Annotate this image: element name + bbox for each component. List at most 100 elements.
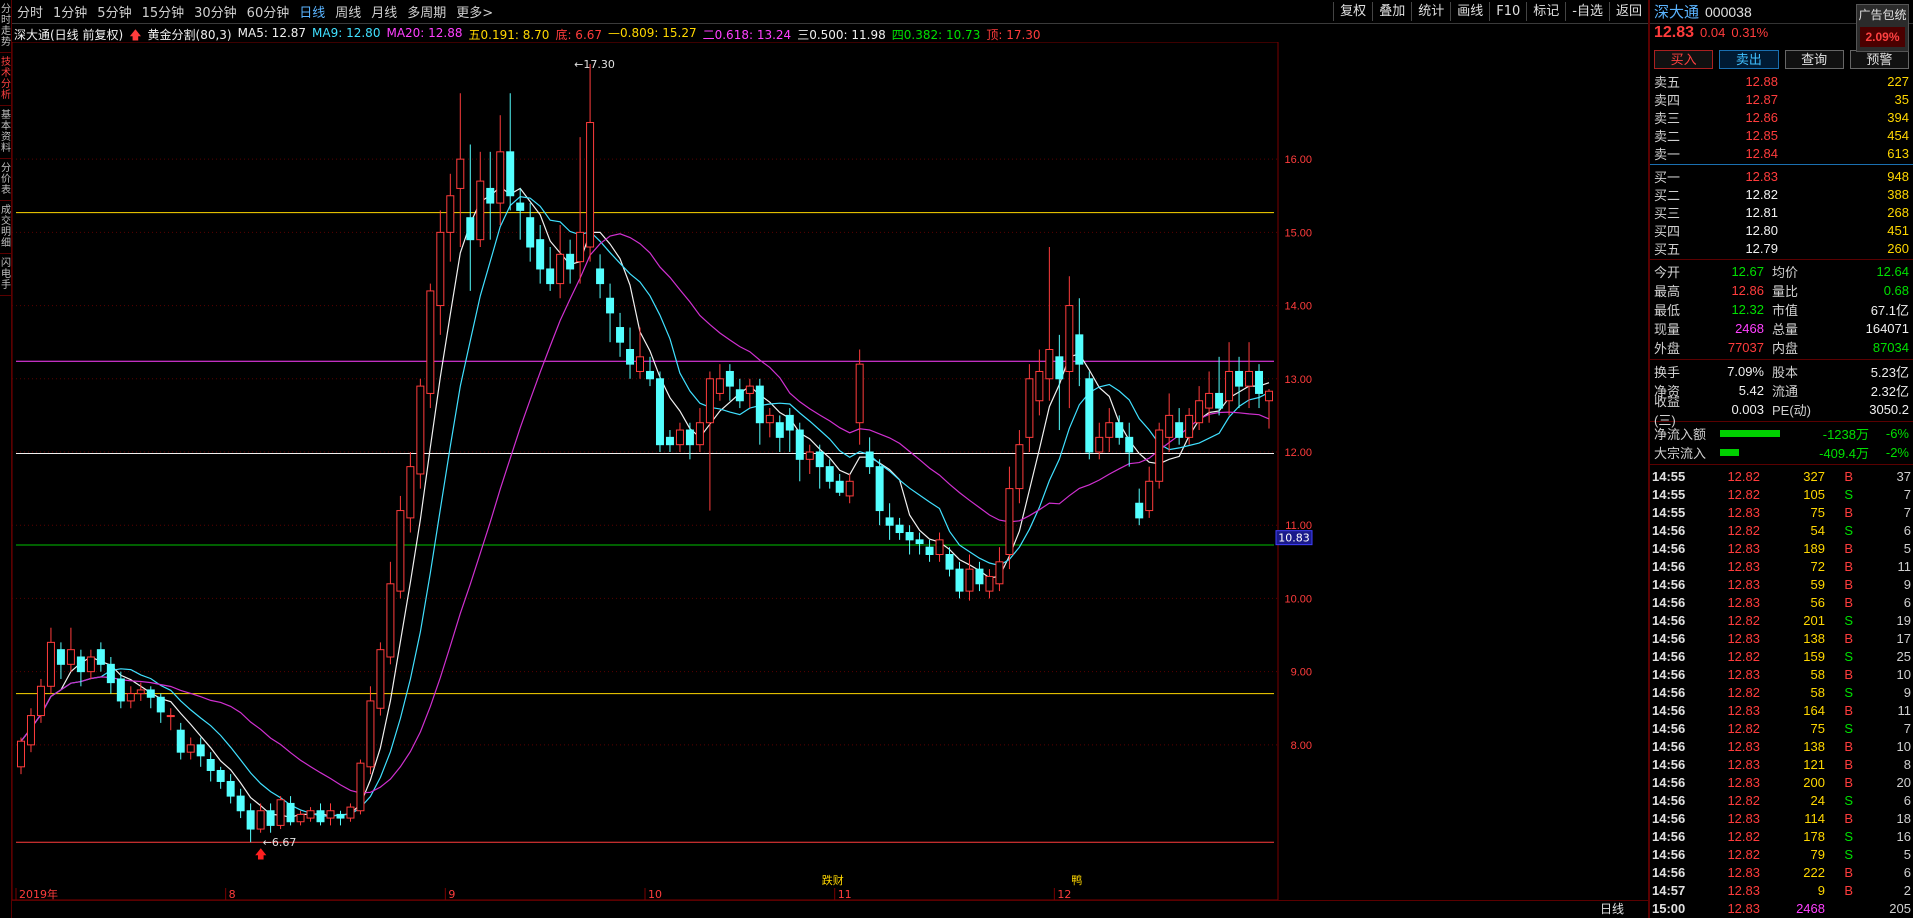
candle-body — [526, 217, 535, 248]
trade-button-0[interactable]: 买入 — [1654, 50, 1714, 69]
tick-row: 14:56 12.82 58 S 9 — [1650, 683, 1913, 701]
tick-vol: 178 — [1803, 828, 1825, 844]
tick-bs: B — [1844, 738, 1853, 754]
period-tab-5[interactable]: 60分钟 — [242, 2, 295, 21]
left-vertical-tabs: 分时走势 技术分析 基本资料 分价表 成交明细 闪电手 — [0, 0, 12, 918]
tick-vol: 200 — [1803, 774, 1825, 790]
toolbar-btn-6[interactable]: -自选 — [1565, 2, 1609, 21]
ad-box[interactable]: 广告包统 2.09% — [1856, 4, 1909, 52]
left-tab-5[interactable]: 闪电手 — [0, 254, 12, 296]
bid-book: 买一 12.83 948 买二 12.82 388 买三 12.81 268 买四 12.80 451… — [1650, 167, 1913, 257]
toolbar-btn-2[interactable]: 统计 — [1411, 2, 1450, 21]
period-tab-10[interactable]: 更多> — [451, 2, 498, 21]
bids-row[interactable]: 买五 12.79 260 — [1650, 239, 1913, 257]
bids-row[interactable]: 买三 12.81 268 — [1650, 203, 1913, 221]
asks-row[interactable]: 卖五 12.88 227 — [1650, 72, 1913, 90]
stat-value: 87034 — [1872, 340, 1909, 355]
candle-body — [426, 290, 435, 394]
low-marker-label: ←6.67 — [263, 836, 297, 849]
candle-body — [1015, 444, 1024, 490]
candle-body — [216, 769, 225, 782]
period-tab-8[interactable]: 月线 — [366, 2, 402, 21]
stat-label: 现量 — [1654, 322, 1681, 337]
candle-body — [176, 729, 185, 753]
indicator-name[interactable]: 黄金分割(80,3) — [148, 26, 232, 42]
bids-row[interactable]: 买四 12.80 451 — [1650, 221, 1913, 239]
asks-row[interactable]: 卖四 12.87 35 — [1650, 90, 1913, 108]
tick-vol: 121 — [1803, 756, 1825, 772]
left-tab-4[interactable]: 成交明细 — [0, 201, 12, 254]
tick-time: 14:56 — [1652, 666, 1686, 682]
stat-label: PE(动) — [1772, 403, 1812, 418]
period-tab-0[interactable]: 分时 — [12, 2, 48, 21]
period-tab-9[interactable]: 多周期 — [402, 2, 451, 21]
period-tab-3[interactable]: 15分钟 — [137, 2, 190, 21]
candle-body — [296, 813, 305, 823]
high-marker-label: ←17.30 — [574, 58, 615, 71]
stat-value: 7.09% — [1727, 364, 1764, 379]
candle-body — [1135, 502, 1144, 519]
x-month-label: 9 — [448, 888, 455, 900]
asks-price: 12.87 — [1745, 91, 1778, 107]
toolbar-btn-1[interactable]: 叠加 — [1372, 2, 1411, 21]
left-tab-0[interactable]: 分时走势 — [0, 0, 12, 53]
trade-button-3[interactable]: 预警 — [1849, 50, 1909, 69]
candle-body — [985, 575, 994, 592]
tick-price: 12.83 — [1727, 756, 1760, 772]
candle-body — [1255, 370, 1264, 394]
stat-label: 均价 — [1772, 265, 1799, 280]
asks-row[interactable]: 卖三 12.86 394 — [1650, 108, 1913, 126]
tick-vol: 59 — [1810, 576, 1825, 592]
toolbar-btn-3[interactable]: 画线 — [1450, 2, 1489, 21]
period-tab-4[interactable]: 30分钟 — [189, 2, 242, 21]
toolbar-btn-5[interactable]: 标记 — [1526, 2, 1565, 21]
asks-row[interactable]: 卖二 12.85 454 — [1650, 126, 1913, 144]
tick-price: 12.83 — [1727, 900, 1760, 916]
asks-row[interactable]: 卖一 12.84 613 — [1650, 144, 1913, 162]
candle-body — [106, 663, 115, 684]
period-tab-1[interactable]: 1分钟 — [48, 2, 92, 21]
candle-body — [516, 202, 525, 211]
tick-time: 14:56 — [1652, 558, 1686, 574]
tick-price: 12.83 — [1727, 864, 1760, 880]
ad-label: 广告包统 — [1858, 8, 1907, 22]
trade-button-1[interactable]: 卖出 — [1719, 50, 1779, 69]
bids-row[interactable]: 买二 12.82 388 — [1650, 185, 1913, 203]
candle-body — [725, 370, 734, 387]
left-tab-1[interactable]: 技术分析 — [0, 53, 12, 106]
tick-list[interactable]: 14:55 12.82 327 B 37 14:55 12.82 105 S 7 14:55 12.8… — [1650, 467, 1913, 917]
candle-body — [276, 799, 285, 826]
fib-items: 五0.191: 8.70 底: 6.67 —0.809: 15.27 二0.618: … — [469, 26, 1041, 42]
left-tab-3[interactable]: 分价表 — [0, 159, 12, 201]
tick-vol: 2468 — [1796, 900, 1825, 916]
kline-chart[interactable]: 8.009.0010.0011.0012.0013.0014.0015.0016… — [12, 42, 1348, 900]
candle-body — [915, 539, 924, 545]
candle-body — [636, 356, 645, 372]
bids-row[interactable]: 买一 12.83 948 — [1650, 167, 1913, 185]
candle-body — [1075, 334, 1084, 365]
bids-price: 12.81 — [1745, 204, 1778, 220]
period-tab-6[interactable]: 日线 — [294, 2, 330, 21]
candle-body — [266, 810, 275, 826]
candle-body — [166, 715, 175, 718]
candle-body — [96, 649, 105, 665]
stat-value: 164071 — [1865, 321, 1909, 336]
period-tab-7[interactable]: 周线 — [330, 2, 366, 21]
tick-price: 12.82 — [1727, 684, 1760, 700]
trade-button-2[interactable]: 查询 — [1784, 50, 1844, 69]
asks-price: 12.88 — [1745, 73, 1778, 89]
ma-line-MA9 — [20, 195, 1270, 817]
tick-vol: 75 — [1810, 504, 1825, 520]
toolbar-btn-0[interactable]: 复权 — [1333, 2, 1372, 21]
tick-vol: 75 — [1810, 720, 1825, 736]
left-tab-2[interactable]: 基本资料 — [0, 106, 12, 159]
candle-body — [66, 649, 75, 665]
toolbar-btn-7[interactable]: 返回 — [1608, 2, 1648, 21]
toolbar-btn-4[interactable]: F10 — [1489, 2, 1526, 21]
event-tag: 鸭 — [1071, 874, 1082, 887]
candle-body — [406, 466, 415, 519]
tick-vol: 138 — [1803, 738, 1825, 754]
tick-count: 6 — [1903, 864, 1911, 880]
period-tab-2[interactable]: 5分钟 — [92, 2, 136, 21]
period-label[interactable]: 日线 — [1600, 900, 1624, 918]
